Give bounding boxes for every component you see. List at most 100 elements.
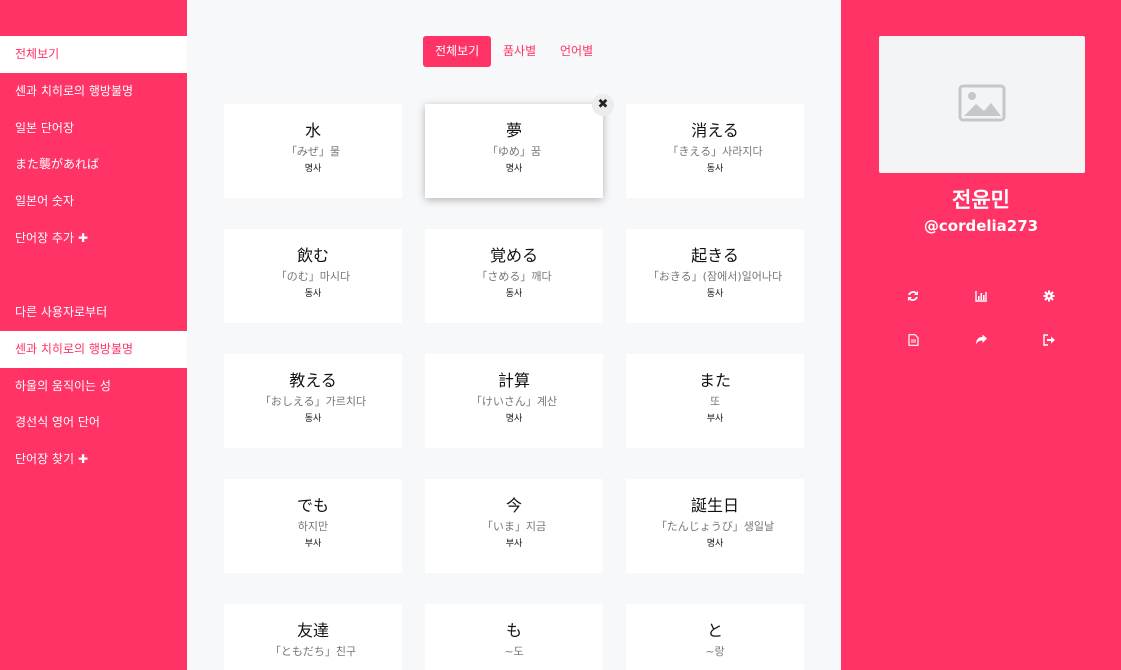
word-card[interactable]: また 또부사 bbox=[626, 354, 804, 448]
tab-by-part-of-speech[interactable]: 품사별 bbox=[491, 36, 548, 67]
close-icon[interactable]: ✖ bbox=[592, 94, 614, 116]
bar-chart-icon[interactable] bbox=[971, 286, 991, 306]
section-label: 다른 사용자로부터 bbox=[15, 305, 108, 319]
plus-icon: ✚ bbox=[78, 452, 89, 466]
card-meaning: 「さめる」깨다 bbox=[476, 270, 552, 283]
card-part-of-speech: 명사 bbox=[505, 164, 523, 174]
word-card[interactable]: 今「いま」지금부사 bbox=[425, 479, 603, 573]
card-word: 水 bbox=[304, 121, 321, 140]
profile-name: 전윤민 bbox=[952, 188, 1010, 212]
card-meaning: ~랑 bbox=[705, 645, 725, 658]
tab-by-language[interactable]: 언어별 bbox=[548, 36, 605, 67]
card-word: と bbox=[706, 621, 723, 640]
word-card[interactable]: 夢「ゆめ」꿈명사 bbox=[425, 104, 603, 198]
word-card[interactable]: 水「みぜ」물명사 bbox=[224, 104, 402, 198]
card-word: 教える bbox=[289, 371, 337, 390]
logout-icon[interactable] bbox=[1039, 330, 1059, 350]
card-word: 起きる bbox=[691, 246, 739, 265]
profile-handle: @cordelia273 bbox=[923, 217, 1039, 235]
avatar[interactable] bbox=[879, 36, 1085, 173]
card-meaning: 「けいさん」계산 bbox=[470, 395, 558, 408]
card-word: 誕生日 bbox=[690, 496, 739, 515]
card-meaning: 「たんじょうび」생일날 bbox=[655, 520, 775, 533]
word-card[interactable]: 起きる「おきる」(잠에서)일어나다동사 bbox=[626, 229, 804, 323]
card-meaning: 「のむ」마시다 bbox=[275, 270, 351, 283]
sidebar-item-label: また襲があれば bbox=[15, 157, 100, 171]
image-placeholder-icon bbox=[958, 84, 1006, 126]
card-part-of-speech: 동사 bbox=[505, 289, 523, 299]
sidebar-item-label: 센과 치히로의 행방불명 bbox=[15, 84, 134, 98]
card-meaning: ~도 bbox=[504, 645, 524, 658]
card-meaning: 「いま」지금 bbox=[481, 520, 547, 533]
card-part-of-speech: 동사 bbox=[706, 289, 724, 299]
card-meaning: 「ともだち」친구 bbox=[269, 645, 357, 658]
sidebar-item-mata-list[interactable]: また襲があれば bbox=[0, 146, 187, 183]
card-part-of-speech bbox=[626, 662, 804, 670]
add-list-button[interactable]: 단어장 추가 ✚ bbox=[0, 220, 187, 257]
card-word: 覚める bbox=[489, 246, 538, 265]
sidebar-item-label: 일본 단어장 bbox=[15, 121, 75, 135]
card-part-of-speech: 부사 bbox=[505, 539, 523, 549]
add-list-label: 단어장 추가 bbox=[15, 231, 75, 245]
sidebar-item-label: 일본어 숫자 bbox=[15, 194, 75, 208]
sidebar-item-japanese-numbers[interactable]: 일본어 숫자 bbox=[0, 183, 187, 220]
card-part-of-speech: 명사 bbox=[505, 414, 523, 424]
refresh-icon[interactable] bbox=[903, 286, 923, 306]
word-card[interactable]: 覚める「さめる」깨다동사 bbox=[425, 229, 603, 323]
card-word: 今 bbox=[505, 496, 522, 515]
word-card[interactable]: でも 하지만부사 bbox=[224, 479, 402, 573]
word-card[interactable]: 飲む「のむ」마시다동사 bbox=[224, 229, 402, 323]
tab-label: 언어별 bbox=[560, 44, 594, 58]
card-meaning: 하지만 bbox=[297, 520, 329, 533]
tab-label: 전체보기 bbox=[435, 44, 480, 58]
card-meaning: 또 bbox=[709, 395, 721, 408]
card-word: 夢 bbox=[505, 121, 522, 140]
card-part-of-speech bbox=[224, 662, 402, 670]
word-card[interactable]: 教える 「おしえる」가르치다 동사 bbox=[224, 354, 402, 448]
card-part-of-speech: 동사 bbox=[706, 164, 724, 174]
card-part-of-speech: 부사 bbox=[706, 414, 724, 424]
word-card[interactable]: と ~랑 bbox=[626, 604, 804, 670]
card-word: 計算 bbox=[497, 371, 530, 390]
gear-icon[interactable] bbox=[1039, 286, 1059, 306]
tab-label: 품사별 bbox=[503, 44, 537, 58]
main-content: 전체보기 품사별 언어별 水「みぜ」물 명사 夢「ゆめ」꿈 명사 消える 「きえる」사라지… bbox=[187, 0, 841, 670]
card-meaning: 「みぜ」물 bbox=[285, 145, 341, 158]
find-list-label: 단어장 찾기 bbox=[15, 452, 75, 466]
card-part-of-speech: 부사 bbox=[304, 539, 322, 549]
word-card[interactable]: 消える 「きえる」사라지다 동사 bbox=[626, 104, 804, 198]
sidebar-item-english-vocab[interactable]: 경선식 영어 단어 bbox=[0, 404, 187, 441]
sidebar: 전체보기 센과 치히로의 행방불명 일본 단어장 また襲があれば 일본어 숫자 … bbox=[0, 0, 187, 670]
card-word: 友達 bbox=[296, 621, 329, 640]
sidebar-item-label: 하울의 움직이는 성 bbox=[15, 379, 111, 393]
find-list-button[interactable]: 단어장 찾기 ✚ bbox=[0, 441, 187, 478]
sidebar-item-spirited-away[interactable]: 센과 치히로의 행방불명 bbox=[0, 73, 187, 110]
document-icon[interactable] bbox=[903, 330, 923, 350]
word-card[interactable]: も ~도 bbox=[425, 604, 603, 670]
share-icon[interactable] bbox=[971, 330, 991, 350]
sidebar-item-shared-spirited-away[interactable]: 센과 치히로의 행방불명 bbox=[0, 331, 187, 368]
card-part-of-speech: 명사 bbox=[706, 539, 724, 549]
word-card[interactable]: 誕生日「たんじょうび」생일날명사 bbox=[626, 479, 804, 573]
sidebar-item-all[interactable]: 전체보기 bbox=[0, 36, 187, 73]
plus-icon: ✚ bbox=[78, 231, 89, 245]
card-part-of-speech: 동사 bbox=[304, 289, 322, 299]
tab-all[interactable]: 전체보기 bbox=[423, 36, 492, 67]
sidebar-item-howls-moving-castle[interactable]: 하울의 움직이는 성 bbox=[0, 368, 187, 405]
sidebar-item-label: 경선식 영어 단어 bbox=[15, 415, 100, 429]
card-part-of-speech bbox=[425, 662, 603, 670]
sidebar-item-label: 전체보기 bbox=[15, 47, 60, 61]
card-meaning: 「おしえる」가르치다 bbox=[259, 395, 367, 408]
card-word: 飲む bbox=[296, 246, 329, 265]
word-card[interactable]: 友達「ともだち」친구 bbox=[224, 604, 402, 670]
sidebar-item-japanese-vocab[interactable]: 일본 단어장 bbox=[0, 110, 187, 147]
profile-panel: 전윤민 @cordelia273 bbox=[841, 0, 1121, 670]
card-word: でも bbox=[296, 496, 329, 515]
card-word: また bbox=[698, 371, 731, 390]
card-meaning: 「ゆめ」꿈 bbox=[486, 145, 542, 158]
other-users-header: 다른 사용자로부터 bbox=[0, 294, 187, 331]
card-part-of-speech: 명사 bbox=[304, 164, 322, 174]
word-card[interactable]: 計算「けいさん」계산명사 bbox=[425, 354, 603, 448]
sidebar-item-label: 센과 치히로의 행방불명 bbox=[15, 342, 134, 356]
card-meaning: 「おきる」(잠에서)일어나다 bbox=[647, 270, 783, 283]
